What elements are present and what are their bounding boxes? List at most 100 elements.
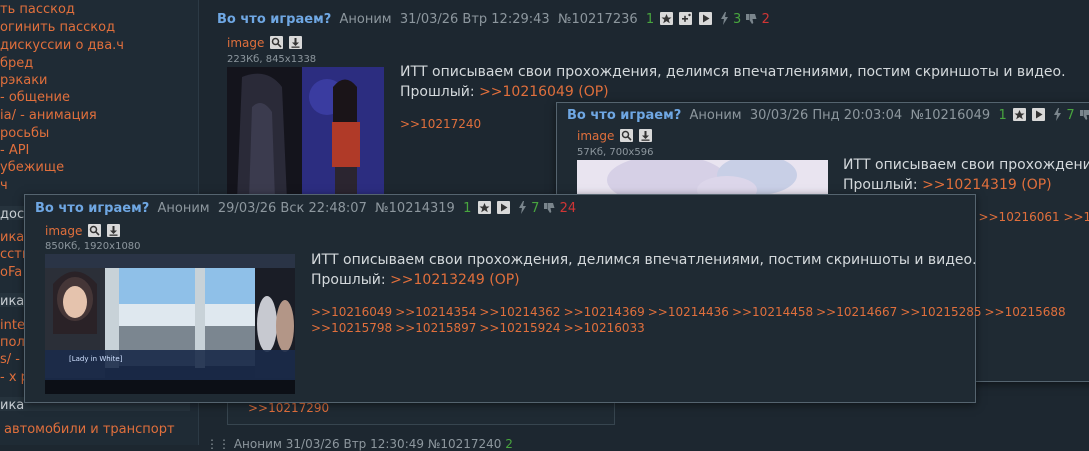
- sidebar-link-shelter[interactable]: убежище: [0, 160, 64, 175]
- file-attachment: image: [45, 224, 121, 238]
- post-text-line: Прошлый: >>10214319 (OP): [843, 175, 1089, 195]
- post-text-line: ИТТ описываем свои прохождения, делимся …: [400, 64, 1066, 80]
- reply-link[interactable]: >>10217290: [248, 401, 329, 415]
- post-image-thumbnail[interactable]: [Lady in White]: [45, 254, 295, 394]
- sidebar-link-b[interactable]: бред: [0, 56, 33, 71]
- post-replies: >>10216049 >>10214354 >>10214362 >>10214369…: [311, 304, 1066, 336]
- previous-thread-link[interactable]: >>10216049 (OP): [479, 84, 609, 100]
- file-name-link[interactable]: image: [45, 224, 82, 238]
- lightning-icon[interactable]: [1053, 108, 1062, 121]
- reply-link[interactable]: >>10215924: [479, 321, 560, 335]
- reply-link[interactable]: >>10214362: [479, 305, 560, 319]
- previous-thread-link[interactable]: >>10214319 (OP): [922, 177, 1052, 193]
- previous-label: Прошлый:: [400, 84, 475, 100]
- sidebar-section-title: дос: [0, 207, 25, 222]
- thumbnail-caption: [Lady in White]: [69, 355, 123, 363]
- post-number[interactable]: №10214319: [375, 201, 455, 216]
- post-date: 30/03/26 Пнд 20:03:04: [749, 108, 903, 123]
- reply-link[interactable]: >>10216049: [311, 305, 392, 319]
- sidebar-link-rk[interactable]: рэкаки: [0, 73, 48, 88]
- thumbs-down-icon[interactable]: [543, 202, 555, 214]
- reply-link[interactable]: >>10214369: [564, 305, 645, 319]
- post-replies: 1 >>10216061 >>102: [967, 209, 1089, 225]
- file-info: 57Кб, 700x596: [577, 147, 654, 158]
- download-icon[interactable]: [107, 224, 121, 237]
- reply-link[interactable]: >>10216033: [564, 321, 645, 335]
- sidebar-link-passcode-login[interactable]: огинить пасскод: [0, 20, 115, 35]
- post-replies: >>10217240: [400, 116, 484, 132]
- post-text: ИТТ описываем свои прохождения, делимся …: [400, 62, 1066, 102]
- lightning-icon[interactable]: [720, 12, 729, 25]
- post-image-thumbnail[interactable]: [227, 67, 384, 200]
- post-number[interactable]: №10216049: [910, 108, 990, 123]
- reply-link[interactable]: >>10215285: [900, 305, 981, 319]
- download-icon[interactable]: [639, 129, 653, 142]
- play-icon[interactable]: [698, 12, 712, 25]
- star-icon[interactable]: [660, 12, 674, 25]
- post-author: Аноним: [689, 108, 742, 123]
- sidebar-link-auto[interactable]: автомобили и транспорт: [4, 422, 175, 437]
- reply-link[interactable]: >>10215897: [395, 321, 476, 335]
- sidebar-link-discussions[interactable]: дискуссии о два.ч: [0, 38, 124, 53]
- sidebar-link-api[interactable]: - API: [0, 143, 29, 158]
- dislikes-count: 2: [761, 12, 770, 27]
- reply-link[interactable]: >>10214458: [732, 305, 813, 319]
- plus-icon[interactable]: [679, 12, 693, 25]
- search-icon[interactable]: [620, 129, 634, 142]
- star-icon[interactable]: [1012, 108, 1026, 121]
- post-number[interactable]: №10217236: [558, 12, 638, 27]
- post-author: Аноним: [339, 12, 392, 27]
- sidebar-link-animation[interactable]: ia/ - анимация: [0, 108, 97, 123]
- sidebar-link-requests[interactable]: росьбы: [0, 126, 49, 141]
- sidebar-link-obshenie[interactable]: - общение: [0, 90, 70, 105]
- sidebar-section-title: ика: [0, 398, 25, 413]
- search-icon[interactable]: [270, 36, 284, 49]
- file-info: 850Кб, 1920x1080: [45, 241, 141, 252]
- reply-link[interactable]: >>10214436: [648, 305, 729, 319]
- reply-link[interactable]: >>10215688: [985, 305, 1066, 319]
- sidebar-link[interactable]: оFa: [0, 265, 22, 280]
- thumbs-down-icon[interactable]: [745, 13, 757, 25]
- file-name-link[interactable]: image: [577, 129, 614, 143]
- post-subject: Во что играем?: [217, 12, 332, 27]
- thumbs-down-icon[interactable]: [1079, 109, 1089, 121]
- sidebar-link-passcode-buy[interactable]: ть пасскод: [0, 2, 75, 17]
- post-subject: Во что играем?: [567, 108, 682, 123]
- post-subject: Во что играем?: [35, 201, 150, 216]
- previous-label: Прошлый:: [311, 272, 386, 288]
- file-name-link[interactable]: image: [227, 36, 264, 50]
- sidebar-link[interactable]: пол: [0, 335, 25, 350]
- likes-count: 7: [531, 201, 540, 216]
- sidebar-link-ch[interactable]: ч: [0, 178, 8, 193]
- download-icon[interactable]: [289, 36, 303, 49]
- post-date: 31/03/26 Втр 12:29:43: [399, 12, 550, 27]
- reply-link[interactable]: >>10215798: [311, 321, 392, 335]
- post-position: 1: [463, 201, 472, 216]
- file-attachment: image: [577, 129, 653, 143]
- post-position: 2: [505, 437, 513, 451]
- file-attachment: image: [227, 36, 303, 50]
- post-text: ИТТ описываем свои прохождения, Прошлый:…: [843, 155, 1089, 195]
- reply-link[interactable]: >>10214667: [816, 305, 897, 319]
- reply-link[interactable]: >>10214354: [395, 305, 476, 319]
- post-header: Во что играем? Аноним 29/03/26 Вск 22:48…: [35, 201, 576, 216]
- post-text: ИТТ описываем свои прохождения, делимся …: [311, 250, 977, 290]
- sidebar-link[interactable]: inte: [0, 318, 25, 333]
- post-number[interactable]: №10217240: [428, 437, 502, 451]
- next-post-header: ⋮⋮ Аноним 31/03/26 Втр 12:30:49 №1021724…: [206, 437, 513, 451]
- previous-thread-link[interactable]: >>10213249 (OP): [390, 272, 520, 288]
- star-icon[interactable]: [477, 201, 491, 214]
- post-date: 29/03/26 Вск 22:48:07: [217, 201, 367, 216]
- lightning-icon[interactable]: [518, 201, 527, 214]
- post-position: 1: [645, 12, 655, 27]
- post-text-line: Прошлый: >>10213249 (OP): [311, 270, 977, 290]
- previous-label: Прошлый:: [843, 177, 918, 193]
- reply-preview-popup: Во что играем? Аноним 29/03/26 Вск 22:48…: [24, 194, 1066, 403]
- play-icon[interactable]: [1032, 108, 1045, 121]
- reply-link[interactable]: >>10217240: [400, 117, 481, 131]
- post-header: Во что играем? Аноним 31/03/26 Втр 12:29…: [217, 12, 770, 27]
- reply-link[interactable]: 1 >>10216061 >>102: [967, 210, 1089, 224]
- play-icon[interactable]: [496, 201, 510, 214]
- post-position: 1: [998, 108, 1007, 123]
- search-icon[interactable]: [88, 224, 102, 237]
